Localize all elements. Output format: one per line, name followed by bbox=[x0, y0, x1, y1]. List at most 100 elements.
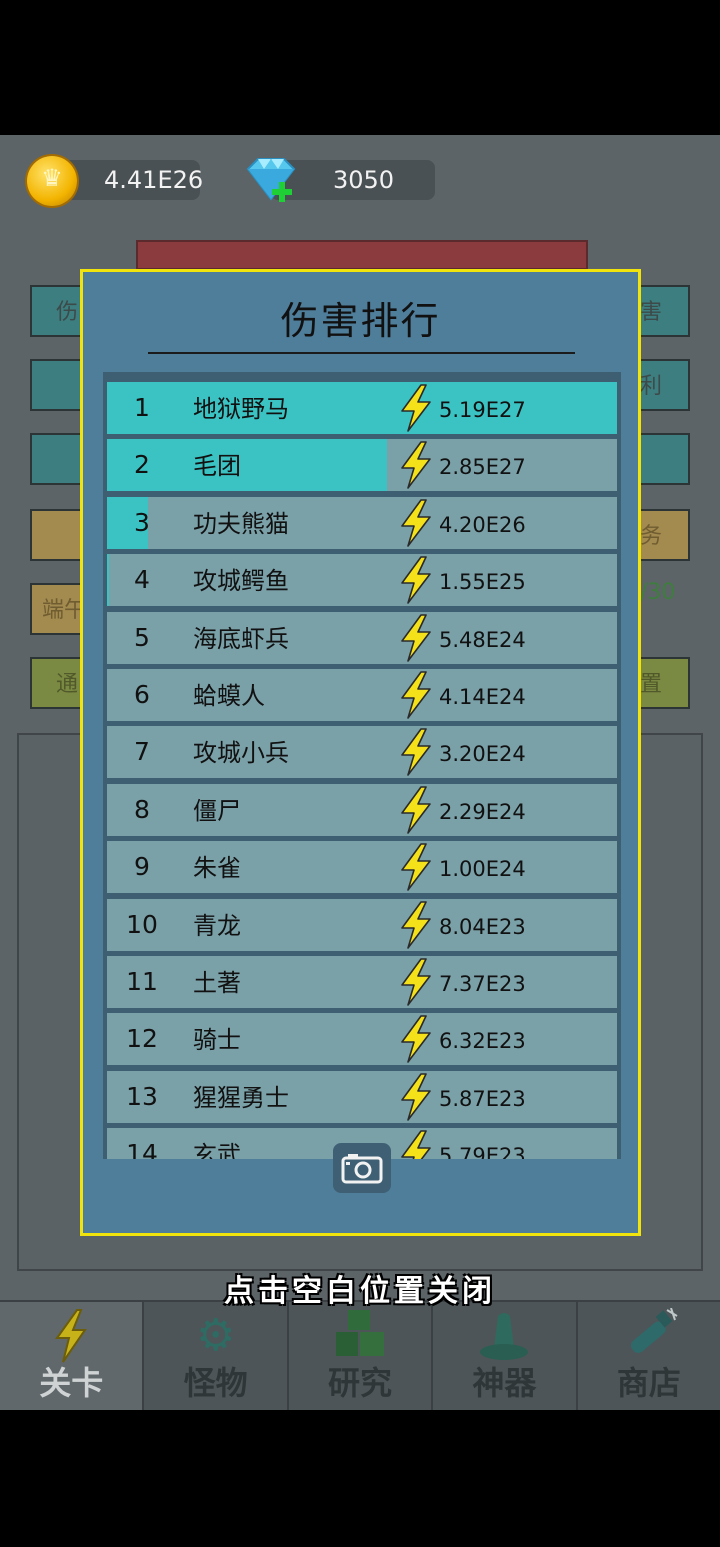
lightning-icon bbox=[399, 384, 433, 432]
nav-tab-label: 怪物 bbox=[183, 1364, 248, 1402]
nav-tab-label: 关卡 bbox=[39, 1364, 104, 1402]
lightning-icon bbox=[399, 671, 433, 719]
coin-value: 4.41E26 bbox=[104, 166, 204, 194]
monster-name: 海底虾兵 bbox=[193, 624, 289, 653]
ranking-row: 5 海底虾兵 5.48E24 bbox=[107, 611, 617, 664]
ranking-row: 8 僵尸 2.29E24 bbox=[107, 783, 617, 836]
blocks-icon bbox=[289, 1308, 431, 1364]
damage-value: 2.85E27 bbox=[439, 455, 526, 480]
damage-value: 1.00E24 bbox=[439, 857, 526, 882]
damage-value: 5.79E23 bbox=[439, 1144, 526, 1159]
bottle-icon bbox=[578, 1307, 720, 1364]
rank-number: 7 bbox=[134, 737, 150, 767]
camera-icon bbox=[341, 1154, 383, 1184]
close-hint[interactable]: 点击空白位置关闭 bbox=[0, 1266, 720, 1310]
damage-value: 5.87E23 bbox=[439, 1086, 526, 1111]
dialog-title: 伤害排行 bbox=[280, 299, 441, 343]
diamond-plus-icon[interactable] bbox=[242, 155, 300, 205]
monster-name: 攻城小兵 bbox=[193, 739, 289, 768]
monster-name: 土著 bbox=[193, 969, 241, 997]
nav-tab-label: 研究 bbox=[328, 1364, 393, 1402]
boss-health-bar bbox=[136, 240, 588, 270]
monster-name: 攻城鳄鱼 bbox=[193, 567, 289, 596]
title-divider bbox=[148, 352, 575, 354]
monster-name: 地狱野马 bbox=[193, 395, 289, 423]
rank-number: 2 bbox=[134, 450, 150, 480]
rank-number: 11 bbox=[126, 967, 158, 996]
lightning-icon bbox=[399, 900, 433, 949]
rank-number: 14 bbox=[126, 1139, 158, 1159]
ranking-row: 7 攻城小兵 3.20E24 bbox=[107, 726, 617, 779]
damage-share-bar bbox=[107, 382, 617, 434]
damage-value: 4.14E24 bbox=[439, 685, 526, 709]
ranking-row: 13 猩猩勇士 5.87E23 bbox=[107, 1070, 617, 1123]
nav-tab-label: 商店 bbox=[616, 1364, 681, 1402]
lightning-icon bbox=[399, 441, 433, 490]
bg-right-button-2-label: 利 bbox=[640, 374, 663, 399]
lightning-icon bbox=[399, 843, 433, 891]
bottom-nav: 关卡 ⚙ 怪物 研究 神器 商店 bbox=[0, 1300, 720, 1410]
lightning-icon bbox=[399, 1015, 433, 1064]
monster-name: 青龙 bbox=[193, 911, 241, 940]
damage-value: 8.04E23 bbox=[439, 914, 526, 939]
monster-name: 功夫熊猫 bbox=[193, 509, 289, 538]
rank-number: 12 bbox=[126, 1024, 158, 1054]
monster-name: 毛团 bbox=[193, 452, 241, 481]
coin-icon bbox=[27, 156, 77, 206]
ranking-list[interactable]: 1 地狱野马 5.19E27 2 毛团 2.85E27 3 功夫熊猫 4.20E26 4 攻城鳄鱼 1… bbox=[103, 372, 621, 1159]
bg-right-button-4-label: 务 bbox=[640, 524, 663, 549]
lightning-icon bbox=[399, 1072, 433, 1121]
nav-tab-levels[interactable]: 关卡 bbox=[0, 1302, 145, 1410]
ranking-row: 3 功夫熊猫 4.20E26 bbox=[107, 496, 617, 549]
ranking-row: 2 毛团 2.85E27 bbox=[107, 439, 617, 492]
lightning-icon bbox=[399, 958, 433, 1006]
bg-right-counter: /30 bbox=[640, 580, 676, 605]
rank-number: 9 bbox=[134, 852, 150, 882]
ranking-row: 9 朱雀 1.00E24 bbox=[107, 841, 617, 894]
rank-number: 8 bbox=[134, 794, 150, 824]
monster-name: 朱雀 bbox=[193, 854, 241, 883]
lightning-icon bbox=[399, 613, 433, 662]
nav-tab-monsters[interactable]: ⚙ 怪物 bbox=[144, 1302, 289, 1410]
lightning-icon bbox=[399, 1130, 433, 1159]
rank-number: 6 bbox=[134, 680, 150, 709]
monster-name: 骑士 bbox=[193, 1026, 241, 1055]
bg-left-button-1-label: 伤 bbox=[56, 300, 79, 325]
damage-value: 4.20E26 bbox=[439, 512, 526, 537]
screenshot-button[interactable] bbox=[333, 1143, 391, 1193]
damage-value: 1.55E25 bbox=[439, 570, 526, 595]
nav-tab-shop[interactable]: 商店 bbox=[578, 1302, 720, 1410]
rank-number: 4 bbox=[134, 565, 150, 595]
damage-value: 2.29E24 bbox=[439, 799, 526, 824]
rank-number: 1 bbox=[134, 393, 150, 422]
lightning-icon bbox=[399, 556, 433, 604]
hat-icon bbox=[433, 1308, 575, 1364]
lightning-icon bbox=[399, 728, 433, 777]
monster-name: 蛤蟆人 bbox=[193, 682, 265, 710]
ranking-row: 4 攻城鳄鱼 1.55E25 bbox=[107, 554, 617, 607]
damage-value: 5.19E27 bbox=[439, 398, 526, 422]
nav-tab-research[interactable]: 研究 bbox=[289, 1302, 434, 1410]
monster-name: 猩猩勇士 bbox=[193, 1083, 289, 1112]
damage-value: 5.48E24 bbox=[439, 627, 526, 652]
ranking-row: 1 地狱野马 5.19E27 bbox=[107, 382, 617, 434]
lightning-icon bbox=[399, 498, 433, 547]
rank-number: 13 bbox=[126, 1081, 158, 1111]
damage-value: 6.32E23 bbox=[439, 1029, 526, 1054]
nav-tab-label: 神器 bbox=[472, 1364, 537, 1402]
bg-left-button-6-label: 通 bbox=[56, 672, 79, 697]
ranking-row: 11 土著 7.37E23 bbox=[107, 956, 617, 1008]
damage-ranking-dialog: 伤害排行 1 地狱野马 5.19E27 2 毛团 2.85E27 3 功夫熊猫 4.20E26 4… bbox=[80, 269, 641, 1236]
damage-value: 7.37E23 bbox=[439, 972, 526, 996]
monster-name: 僵尸 bbox=[193, 796, 241, 825]
ranking-row: 10 青龙 8.04E23 bbox=[107, 898, 617, 951]
damage-value: 3.20E24 bbox=[439, 742, 526, 767]
ranking-row: 6 蛤蟆人 4.14E24 bbox=[107, 669, 617, 721]
gem-value: 3050 bbox=[332, 166, 395, 194]
rank-number: 10 bbox=[126, 909, 158, 939]
monster-name: 玄武 bbox=[193, 1141, 241, 1159]
rank-number: 5 bbox=[134, 622, 150, 652]
nav-tab-artifacts[interactable]: 神器 bbox=[433, 1302, 578, 1410]
rank-number: 3 bbox=[134, 507, 150, 537]
bg-right-button-1-label: 害 bbox=[640, 300, 663, 325]
